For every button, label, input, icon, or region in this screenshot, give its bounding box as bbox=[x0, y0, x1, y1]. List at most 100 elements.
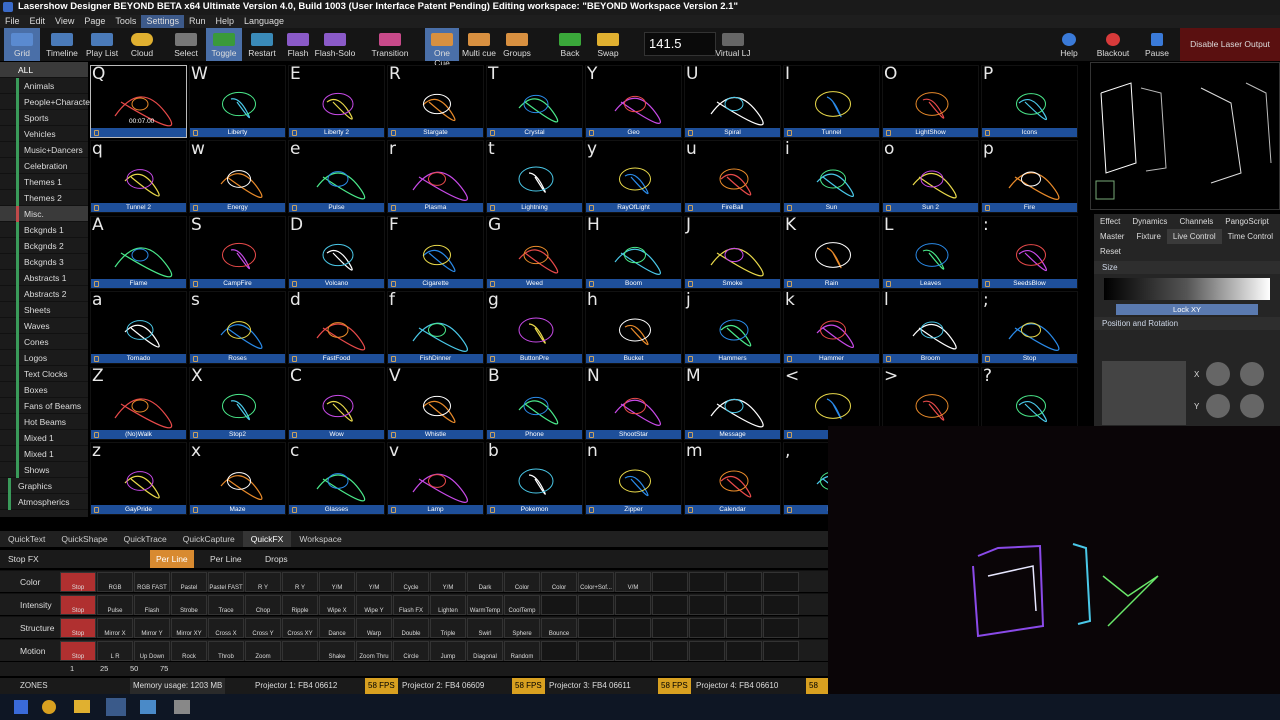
fx-slot[interactable] bbox=[763, 595, 799, 615]
tab-live-control[interactable]: Live Control bbox=[1166, 229, 1222, 244]
cue-cell[interactable]: L Leaves bbox=[882, 215, 979, 289]
tab-pangoscript[interactable]: PangoScript bbox=[1219, 214, 1275, 229]
fx-slot[interactable]: Double bbox=[393, 618, 429, 638]
cue-cell[interactable]: f FishDinner bbox=[387, 290, 484, 365]
cue-cell[interactable]: n Zipper bbox=[585, 441, 682, 515]
back-button[interactable]: Back bbox=[555, 28, 585, 61]
help-button[interactable]: Help bbox=[1055, 28, 1083, 61]
reset-button[interactable]: Reset bbox=[1094, 244, 1127, 259]
cue-cell[interactable]: E Liberty 2 bbox=[288, 64, 385, 138]
tab-channels[interactable]: Channels bbox=[1173, 214, 1219, 229]
fx-slot[interactable] bbox=[726, 641, 762, 661]
taskbar-app-icon[interactable] bbox=[174, 700, 190, 714]
transition-button[interactable]: Transition bbox=[370, 28, 410, 61]
fx-slot[interactable] bbox=[763, 572, 799, 592]
tab-effect[interactable]: Effect bbox=[1094, 214, 1126, 229]
cue-cell[interactable]: w Energy bbox=[189, 139, 286, 214]
fx-slot[interactable]: Shake bbox=[319, 641, 355, 661]
fx-slot[interactable]: Zoom bbox=[245, 641, 281, 661]
fx-slot[interactable]: WarmTemp bbox=[467, 595, 503, 615]
fx-slot[interactable]: Pastel FAST bbox=[208, 572, 244, 592]
cue-cell[interactable]: g ButtonPre bbox=[486, 290, 583, 365]
fx-slot[interactable] bbox=[689, 641, 725, 661]
cue-cell[interactable]: d FastFood bbox=[288, 290, 385, 365]
cue-cell[interactable]: h Bucket bbox=[585, 290, 682, 365]
category-item[interactable]: Boxes bbox=[0, 382, 88, 398]
fx-slot[interactable]: Wipe X bbox=[319, 595, 355, 615]
category-item[interactable]: Mixed 1 bbox=[0, 446, 88, 462]
fx-slot[interactable] bbox=[652, 595, 688, 615]
fx-slot[interactable]: Ripple bbox=[282, 595, 318, 615]
menu-edit[interactable]: Edit bbox=[25, 15, 51, 28]
x-position-knob[interactable] bbox=[1240, 362, 1264, 386]
fx-slot[interactable]: Mirror X bbox=[97, 618, 133, 638]
fx-slot[interactable] bbox=[689, 572, 725, 592]
playlist-button[interactable]: Play List bbox=[84, 28, 120, 61]
cue-cell[interactable]: O LightShow bbox=[882, 64, 979, 138]
cue-cell[interactable]: G Weed bbox=[486, 215, 583, 289]
fx-slot[interactable] bbox=[615, 641, 651, 661]
swap-button[interactable]: Swap bbox=[592, 28, 624, 61]
cue-cell[interactable]: e Pulse bbox=[288, 139, 385, 214]
fx-slot[interactable] bbox=[615, 618, 651, 638]
fx-slot[interactable]: RGB bbox=[97, 572, 133, 592]
cue-cell[interactable]: v Lamp bbox=[387, 441, 484, 515]
fx-slot[interactable]: Swirl bbox=[467, 618, 503, 638]
fx-slot[interactable]: Cross X bbox=[208, 618, 244, 638]
cue-cell[interactable]: R Stargate bbox=[387, 64, 484, 138]
fx-slot[interactable]: Mirror Y bbox=[134, 618, 170, 638]
fx-slot[interactable]: Wipe Y bbox=[356, 595, 392, 615]
fx-slot[interactable]: Triple bbox=[430, 618, 466, 638]
fx-slot[interactable]: Sphere bbox=[504, 618, 540, 638]
fx-slot[interactable]: Stop bbox=[60, 595, 96, 615]
menu-language[interactable]: Language bbox=[239, 15, 289, 28]
blackout-button[interactable]: Blackout bbox=[1094, 28, 1132, 61]
fx-slot[interactable]: Circle bbox=[393, 641, 429, 661]
category-item[interactable]: Sports bbox=[0, 110, 88, 126]
cue-cell[interactable]: V Whistle bbox=[387, 366, 484, 440]
tab-quickfx[interactable]: QuickFX bbox=[242, 531, 292, 547]
fx-slot[interactable]: Flash FX bbox=[393, 595, 429, 615]
cue-cell[interactable]: p Fire bbox=[981, 139, 1078, 214]
fx-slot[interactable]: L R bbox=[97, 641, 133, 661]
size-slider[interactable] bbox=[1104, 278, 1270, 300]
cue-cell[interactable]: A Flame bbox=[90, 215, 187, 289]
fx-slot[interactable]: Dark bbox=[467, 572, 503, 592]
category-item[interactable]: Vehicles bbox=[0, 126, 88, 142]
tab-quickcapture[interactable]: QuickCapture bbox=[175, 531, 243, 547]
cue-cell[interactable]: K Rain bbox=[783, 215, 880, 289]
fx-slot[interactable]: Pastel bbox=[171, 572, 207, 592]
cue-cell[interactable]: N ShootStar bbox=[585, 366, 682, 440]
category-item[interactable]: Mixed 1 bbox=[0, 430, 88, 446]
fx-slot[interactable]: Y/M bbox=[356, 572, 392, 592]
fx-slot[interactable]: Cross XY bbox=[282, 618, 318, 638]
y-position-knob[interactable] bbox=[1240, 394, 1264, 418]
fx-slot[interactable] bbox=[578, 641, 614, 661]
disable-laser-button[interactable]: Disable Laser Output bbox=[1180, 28, 1280, 61]
beyond-app-icon[interactable] bbox=[106, 698, 126, 716]
menu-run[interactable]: Run bbox=[184, 15, 211, 28]
menu-tools[interactable]: Tools bbox=[110, 15, 141, 28]
pause-button[interactable]: Pause bbox=[1142, 28, 1172, 61]
category-item[interactable]: Cones bbox=[0, 334, 88, 350]
cue-cell[interactable]: H Boom bbox=[585, 215, 682, 289]
zones-button[interactable]: ZONES bbox=[20, 678, 48, 694]
cue-cell[interactable]: B Phone bbox=[486, 366, 583, 440]
fx-slot[interactable] bbox=[652, 618, 688, 638]
chrome-icon[interactable] bbox=[42, 700, 56, 714]
category-item[interactable]: Waves bbox=[0, 318, 88, 334]
tab-dynamics[interactable]: Dynamics bbox=[1126, 214, 1173, 229]
projector-4[interactable]: Projector 4: FB4 06610 bbox=[696, 678, 778, 694]
taskbar-app-icon[interactable] bbox=[140, 700, 156, 714]
category-item[interactable]: Misc. bbox=[0, 206, 88, 222]
menu-help[interactable]: Help bbox=[210, 15, 239, 28]
fx-slot[interactable]: Dance bbox=[319, 618, 355, 638]
menu-file[interactable]: File bbox=[0, 15, 25, 28]
fx-slot[interactable] bbox=[763, 641, 799, 661]
y-rotation-knob[interactable] bbox=[1206, 394, 1230, 418]
fx-slot[interactable] bbox=[541, 641, 577, 661]
file-explorer-icon[interactable] bbox=[74, 700, 90, 713]
fx-slot[interactable]: Up Down bbox=[134, 641, 170, 661]
position-pad[interactable] bbox=[1102, 361, 1186, 425]
fx-slot[interactable]: Y/M bbox=[319, 572, 355, 592]
